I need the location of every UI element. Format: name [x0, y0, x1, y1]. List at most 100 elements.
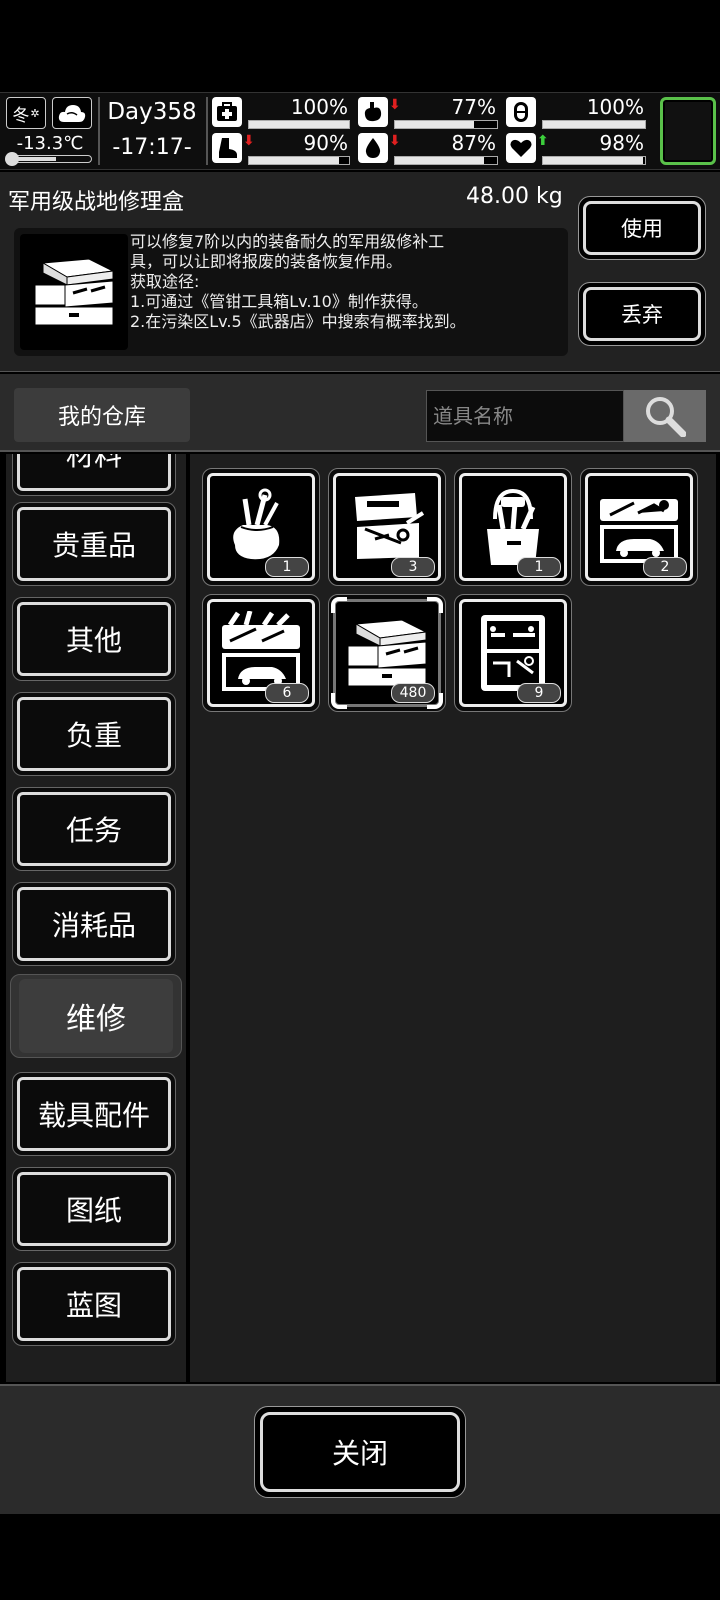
temperature-readout: -13.3℃	[16, 133, 84, 154]
category-label: 蓝图	[17, 1267, 171, 1341]
stat-value: 77%	[451, 95, 496, 119]
category-consumables[interactable]: 消耗品	[12, 882, 176, 966]
day-counter: Day358	[107, 99, 197, 125]
water-drop-icon	[358, 133, 388, 163]
category-label: 图纸	[17, 1172, 171, 1246]
stat-bar	[394, 120, 498, 129]
status-bar: 冬 ✲ -13.3℃ Day358 -17:17- 100% ⬇ 77% 100…	[0, 92, 720, 170]
item-slot[interactable]: 2	[580, 468, 698, 586]
category-label: 负重	[17, 697, 171, 771]
season-indicator: 冬 ✲	[6, 97, 46, 129]
stat-bar	[542, 156, 646, 165]
car-toolbox-icon	[600, 499, 678, 563]
item-weight: 48.00 kg	[466, 184, 563, 209]
item-description-box: 可以修复7阶以内的装备耐久的军用级修补工 具，可以让即将报废的装备恢复作用。 获…	[14, 228, 568, 356]
stat-endurance: ⬇ 90%	[212, 131, 352, 167]
item-slot[interactable]: 9	[454, 594, 572, 712]
trend-arrow: ⬇	[389, 97, 401, 113]
item-count-badge: 9	[517, 683, 561, 703]
category-valuables[interactable]: 贵重品	[12, 502, 176, 586]
description-line: 具，可以让即将报废的装备恢复作用。	[130, 252, 403, 271]
item-count-badge: 6	[265, 683, 309, 703]
item-count-badge: 1	[265, 557, 309, 577]
category-label: 维修	[19, 979, 173, 1053]
stat-thirst: ⬇ 87%	[358, 131, 500, 167]
category-quests[interactable]: 任务	[12, 787, 176, 871]
item-count-badge: 480	[391, 683, 435, 703]
item-slot[interactable]: 1	[454, 468, 572, 586]
discard-button-label: 丢弃	[583, 287, 701, 341]
heart-icon	[506, 133, 536, 163]
description-line: 获取途径:	[130, 272, 200, 291]
item-description: 可以修复7阶以内的装备耐久的军用级修补工 具，可以让即将报废的装备恢复作用。 获…	[130, 232, 562, 332]
item-count-badge: 3	[391, 557, 435, 577]
category-blueprints[interactable]: 蓝图	[12, 1262, 176, 1346]
stat-mood: ⬆ 98%	[506, 131, 648, 167]
category-list[interactable]: 材料 贵重品 其他 负重 任务 消耗品 维修 载具配件 图纸 蓝图	[6, 454, 186, 1382]
stat-health: 100%	[212, 95, 352, 131]
pill-icon	[506, 97, 536, 127]
stat-bar	[394, 156, 498, 165]
item-slot[interactable]: 6	[202, 594, 320, 712]
description-line: 可以修复7阶以内的装备耐久的军用级修补工	[130, 232, 445, 251]
stat-value: 90%	[303, 131, 348, 155]
stat-stamina: 100%	[506, 95, 648, 131]
snowflake-icon: ✲	[30, 106, 40, 120]
category-label: 任务	[17, 792, 171, 866]
boot-icon	[212, 133, 242, 163]
category-drawings[interactable]: 图纸	[12, 1167, 176, 1251]
selection-corner	[331, 597, 347, 613]
category-label: 材料	[17, 454, 171, 491]
quick-slot[interactable]	[660, 97, 716, 165]
category-materials[interactable]: 材料	[12, 454, 176, 496]
item-count-badge: 2	[643, 557, 687, 577]
item-grid: 1 3 1 2 6 480 9	[190, 454, 716, 1382]
category-carry[interactable]: 负重	[12, 692, 176, 776]
divider	[206, 97, 208, 165]
use-button-label: 使用	[583, 201, 701, 255]
stat-value: 100%	[290, 95, 348, 119]
footer-bar: 关闭	[0, 1384, 720, 1514]
trend-arrow: ⬇	[243, 133, 255, 149]
trend-arrow: ⬆	[537, 133, 549, 149]
selection-corner	[427, 597, 443, 613]
selection-corner	[331, 693, 347, 709]
close-button[interactable]: 关闭	[254, 1406, 466, 1498]
item-count-badge: 1	[517, 557, 561, 577]
warehouse-header: 我的仓库	[0, 374, 720, 452]
discard-button[interactable]: 丢弃	[578, 282, 706, 346]
game-clock: -17:17-	[112, 135, 192, 160]
category-other[interactable]: 其他	[12, 597, 176, 681]
category-repair[interactable]: 维修	[10, 974, 182, 1058]
field-repair-box-icon	[20, 234, 128, 350]
category-label: 消耗品	[17, 887, 171, 961]
search-button[interactable]	[624, 390, 706, 442]
category-label: 贵重品	[17, 507, 171, 581]
use-button[interactable]: 使用	[578, 196, 706, 260]
stat-value: 100%	[586, 95, 644, 119]
cloud-icon	[52, 97, 92, 129]
item-slot[interactable]: 1	[202, 468, 320, 586]
season-label: 冬	[12, 105, 30, 126]
category-label: 载具配件	[17, 1077, 171, 1151]
item-search-input[interactable]	[426, 390, 624, 442]
search-icon	[646, 397, 686, 437]
stat-value: 87%	[451, 131, 496, 155]
stat-bar	[248, 156, 350, 165]
category-label: 其他	[17, 602, 171, 676]
tool-bag-icon	[233, 488, 280, 560]
item-slot[interactable]: 3	[328, 468, 446, 586]
description-line: 1.可通过《管钳工具箱Lv.10》制作获得。	[130, 292, 428, 311]
item-detail-panel: 军用级战地修理盒 48.00 kg 可以修复7阶以内的装备耐久的军用级修补工 具…	[0, 172, 720, 372]
trend-arrow: ⬇	[389, 133, 401, 149]
item-name: 军用级战地修理盒	[8, 190, 185, 215]
category-vehicle-parts[interactable]: 载具配件	[12, 1072, 176, 1156]
warehouse-title: 我的仓库	[14, 388, 190, 442]
stat-bar	[248, 120, 350, 129]
medkit-icon	[212, 97, 242, 127]
open-toolbox-icon	[355, 493, 425, 559]
item-slot-selected[interactable]: 480	[328, 594, 446, 712]
stat-value: 98%	[599, 131, 644, 155]
description-line: 2.在污染区Lv.5《武器店》中搜索有概率找到。	[130, 312, 466, 331]
close-button-label: 关闭	[260, 1412, 460, 1492]
